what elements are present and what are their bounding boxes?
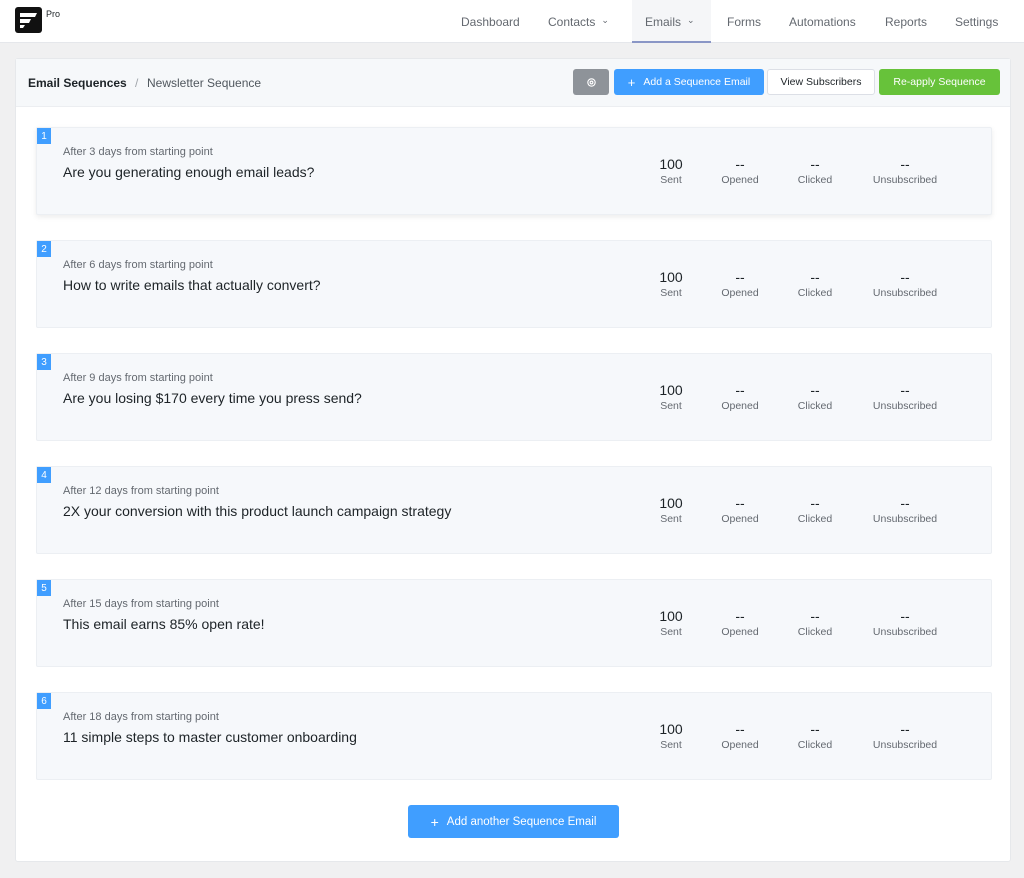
nav-item-label: Emails bbox=[645, 14, 682, 29]
stat-unsubscribed: -- Unsubscribed bbox=[860, 155, 950, 186]
nav-item-forms[interactable]: Forms bbox=[727, 0, 761, 43]
stat-clicked: -- Clicked bbox=[770, 381, 860, 412]
settings-button[interactable] bbox=[573, 69, 609, 95]
view-subscribers-label: View Subscribers bbox=[780, 76, 862, 88]
sequence-number-badge: 3 bbox=[37, 354, 51, 370]
stat-label: Clicked bbox=[797, 739, 833, 751]
stat-label: Unsubscribed bbox=[872, 174, 938, 186]
stat-value: -- bbox=[810, 269, 820, 285]
stat-clicked: -- Clicked bbox=[770, 607, 860, 638]
sequence-email-card[interactable]: 1 After 3 days from starting point Are y… bbox=[36, 127, 992, 215]
nav-item-emails[interactable]: Emails ⌄ bbox=[645, 0, 695, 43]
view-subscribers-button[interactable]: View Subscribers bbox=[767, 69, 875, 95]
stat-value: -- bbox=[900, 608, 910, 624]
add-another-sequence-email-button[interactable]: + Add another Sequence Email bbox=[408, 805, 619, 838]
stat-value: -- bbox=[810, 382, 820, 398]
sequence-number-badge: 4 bbox=[37, 467, 51, 483]
add-sequence-email-label: Add a Sequence Email bbox=[643, 76, 751, 88]
stat-label: Clicked bbox=[797, 626, 833, 638]
breadcrumb-separator: / bbox=[135, 76, 139, 90]
stat-clicked: -- Clicked bbox=[770, 494, 860, 525]
stat-value: -- bbox=[900, 382, 910, 398]
stat-label: Clicked bbox=[797, 174, 833, 186]
stat-label: Unsubscribed bbox=[872, 626, 938, 638]
sequence-panel: Email Sequences / Newsletter Sequence + … bbox=[15, 58, 1011, 862]
sequence-email-card[interactable]: 6 After 18 days from starting point 11 s… bbox=[36, 692, 992, 780]
stat-unsubscribed: -- Unsubscribed bbox=[860, 607, 950, 638]
stat-value: -- bbox=[810, 156, 820, 172]
nav-item-label: Settings bbox=[955, 14, 999, 29]
stat-label: Clicked bbox=[797, 400, 833, 412]
sequence-email-card[interactable]: 2 After 6 days from starting point How t… bbox=[36, 240, 992, 328]
panel-header: Email Sequences / Newsletter Sequence + … bbox=[16, 59, 1010, 107]
stat-value: -- bbox=[810, 721, 820, 737]
nav-item-label: Forms bbox=[727, 14, 761, 29]
stat-clicked: -- Clicked bbox=[770, 155, 860, 186]
breadcrumb-current: Newsletter Sequence bbox=[147, 76, 262, 90]
stat-unsubscribed: -- Unsubscribed bbox=[860, 720, 950, 751]
reapply-sequence-button[interactable]: Re-apply Sequence bbox=[879, 69, 1000, 95]
stat-clicked: -- Clicked bbox=[770, 720, 860, 751]
stat-value: -- bbox=[810, 608, 820, 624]
stat-label: Unsubscribed bbox=[872, 739, 938, 751]
pro-label: Pro bbox=[46, 9, 61, 19]
nav-item-label: Contacts bbox=[548, 14, 596, 29]
sequence-delay: After 9 days from starting point bbox=[63, 372, 213, 384]
sequence-number-badge: 2 bbox=[37, 241, 51, 257]
sequence-number-badge: 5 bbox=[37, 580, 51, 596]
nav-item-label: Dashboard bbox=[461, 14, 520, 29]
fluentcrm-logo[interactable] bbox=[15, 7, 42, 33]
nav-item-reports[interactable]: Reports bbox=[885, 0, 927, 43]
sequence-email-card[interactable]: 5 After 15 days from starting point This… bbox=[36, 579, 992, 667]
reapply-sequence-label: Re-apply Sequence bbox=[893, 76, 986, 88]
sequence-subject[interactable]: How to write emails that actually conver… bbox=[63, 277, 321, 293]
nav-item-dashboard[interactable]: Dashboard bbox=[461, 0, 520, 43]
add-another-sequence-email-label: Add another Sequence Email bbox=[446, 815, 597, 828]
sequence-subject[interactable]: Are you losing $170 every time you press… bbox=[63, 390, 362, 406]
stat-label: Unsubscribed bbox=[872, 400, 938, 412]
sequence-email-card[interactable]: 4 After 12 days from starting point 2X y… bbox=[36, 466, 992, 554]
stat-value: -- bbox=[900, 721, 910, 737]
stat-label: Unsubscribed bbox=[872, 287, 938, 299]
sequence-delay: After 15 days from starting point bbox=[63, 598, 219, 610]
sequence-subject[interactable]: Are you generating enough email leads? bbox=[63, 164, 314, 180]
stat-unsubscribed: -- Unsubscribed bbox=[860, 381, 950, 412]
sequence-number-badge: 1 bbox=[37, 128, 51, 144]
sequence-delay: After 3 days from starting point bbox=[63, 146, 213, 158]
stat-value: -- bbox=[900, 156, 910, 172]
stat-clicked: -- Clicked bbox=[770, 268, 860, 299]
stat-value: -- bbox=[810, 495, 820, 511]
sequence-delay: After 12 days from starting point bbox=[63, 485, 219, 497]
stat-unsubscribed: -- Unsubscribed bbox=[860, 494, 950, 525]
stat-label: Unsubscribed bbox=[872, 513, 938, 525]
sequence-subject[interactable]: This email earns 85% open rate! bbox=[63, 616, 265, 632]
nav-item-label: Automations bbox=[789, 14, 856, 29]
breadcrumb-email-sequences[interactable]: Email Sequences bbox=[28, 76, 127, 90]
chevron-down-icon: ⌄ bbox=[687, 15, 695, 25]
stat-value: -- bbox=[900, 495, 910, 511]
top-navigation-bar: Pro Dashboard Contacts ⌄ Emails ⌄ Forms … bbox=[0, 0, 1024, 43]
stat-unsubscribed: -- Unsubscribed bbox=[860, 268, 950, 299]
gear-icon bbox=[586, 77, 596, 87]
nav-item-automations[interactable]: Automations bbox=[789, 0, 856, 43]
nav-item-settings[interactable]: Settings bbox=[955, 0, 998, 43]
plus-icon: + bbox=[430, 813, 439, 830]
stat-value: -- bbox=[900, 269, 910, 285]
sequence-delay: After 18 days from starting point bbox=[63, 711, 219, 723]
stat-label: Clicked bbox=[797, 287, 833, 299]
plus-icon: + bbox=[627, 74, 636, 90]
sequence-number-badge: 6 bbox=[37, 693, 51, 709]
add-sequence-email-button[interactable]: + Add a Sequence Email bbox=[614, 69, 764, 95]
sequence-delay: After 6 days from starting point bbox=[63, 259, 213, 271]
chevron-down-icon: ⌄ bbox=[601, 15, 609, 25]
sequence-subject[interactable]: 11 simple steps to master customer onboa… bbox=[63, 729, 357, 745]
sequence-email-card[interactable]: 3 After 9 days from starting point Are y… bbox=[36, 353, 992, 441]
stat-label: Clicked bbox=[797, 513, 833, 525]
nav-item-contacts[interactable]: Contacts ⌄ bbox=[548, 0, 609, 43]
sequence-subject[interactable]: 2X your conversion with this product lau… bbox=[63, 503, 451, 519]
nav-item-label: Reports bbox=[885, 14, 928, 29]
